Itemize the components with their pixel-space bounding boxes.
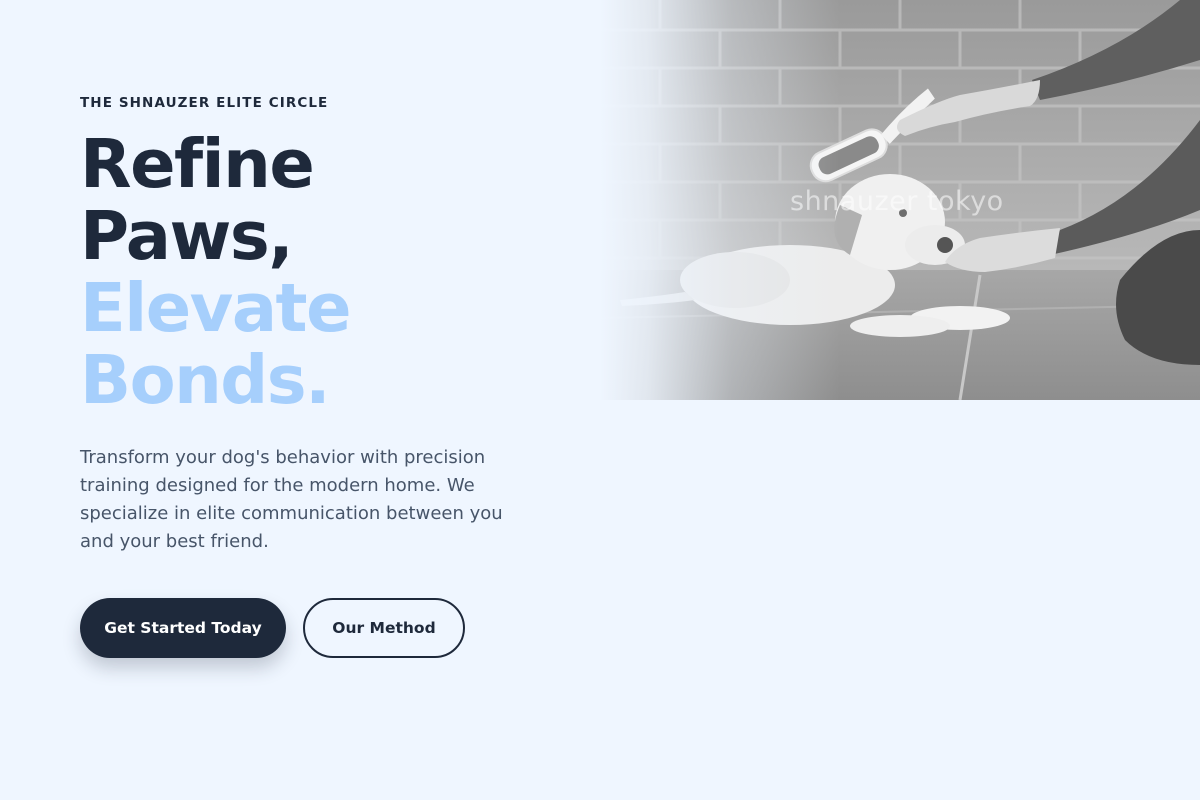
hero-description: Transform your dog's behavior with preci… xyxy=(80,447,503,552)
headline-line-paws: Paws, xyxy=(80,197,294,275)
hero-image: shnauzer tokyo xyxy=(600,0,1200,400)
headline-line-elevate: Elevate xyxy=(80,269,352,347)
headline-line-refine: Refine xyxy=(80,125,315,203)
hero-headline: Refine Paws, Elevate Bonds. xyxy=(80,128,550,416)
headline-line-bonds: Bonds. xyxy=(80,341,331,419)
hero-actions: Get Started Today Our Method xyxy=(80,598,550,658)
hero-eyebrow: THE SHNAUZER ELITE CIRCLE xyxy=(80,95,329,111)
hero-content: THE SHNAUZER ELITE CIRCLE Refine Paws, E… xyxy=(80,95,550,658)
get-started-button[interactable]: Get Started Today xyxy=(80,598,286,658)
image-watermark: shnauzer tokyo xyxy=(790,186,1004,217)
our-method-button[interactable]: Our Method xyxy=(303,598,465,658)
